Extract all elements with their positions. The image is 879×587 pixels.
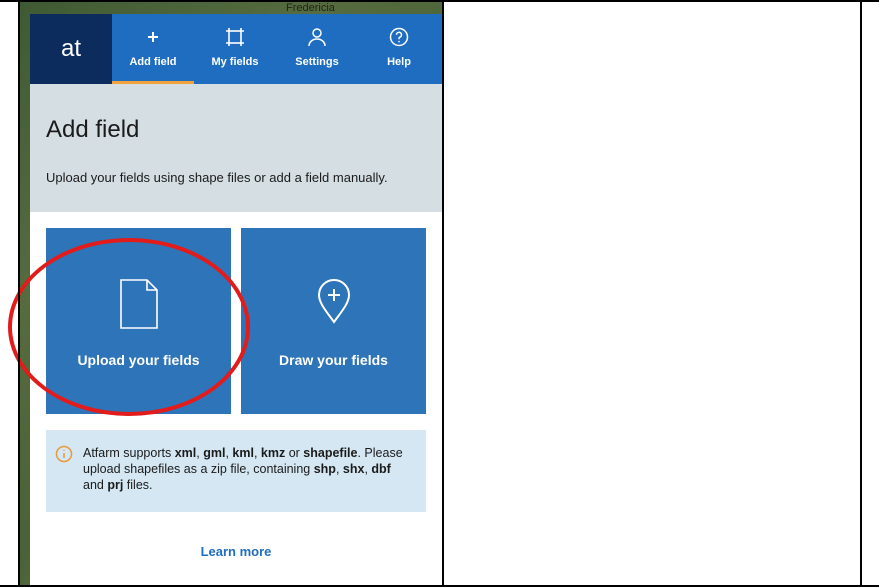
nav-label-my-fields: My fields xyxy=(211,56,259,68)
field-frame-icon xyxy=(194,26,276,48)
info-icon xyxy=(55,445,73,467)
nav-label-settings: Settings xyxy=(295,56,339,68)
page-header xyxy=(30,84,442,212)
nav-item-help[interactable]: Help xyxy=(358,14,440,84)
nav-item-settings[interactable]: Settings xyxy=(276,14,358,84)
frame-left-border xyxy=(18,0,20,587)
upload-fields-button[interactable]: Upload your fields xyxy=(46,228,231,414)
add-field-panel: at Add field My fields Settings Help Add… xyxy=(30,14,442,585)
plus-icon xyxy=(112,26,194,48)
learn-more-link[interactable]: Learn more xyxy=(30,544,442,559)
map-pin-plus-icon xyxy=(241,278,426,324)
frame-separator xyxy=(442,0,444,587)
help-icon xyxy=(358,26,440,48)
user-icon xyxy=(276,26,358,48)
draw-fields-button[interactable]: Draw your fields xyxy=(241,228,426,414)
frame-right-border xyxy=(860,0,862,587)
document-icon xyxy=(46,278,231,330)
supported-formats-info: Atfarm supports xml, gml, kml, kmz or sh… xyxy=(46,430,426,512)
map-place-label: Fredericia xyxy=(286,2,335,14)
nav-label-add-field: Add field xyxy=(129,56,177,68)
info-text: Atfarm supports xml, gml, kml, kmz or sh… xyxy=(83,446,403,492)
top-navigation: at Add field My fields Settings Help xyxy=(30,14,442,84)
page-subtitle: Upload your fields using shape files or … xyxy=(46,170,388,185)
upload-fields-label: Upload your fields xyxy=(77,352,200,368)
page-title: Add field xyxy=(46,116,140,143)
nav-item-add-field[interactable]: Add field xyxy=(112,14,194,84)
nav-item-my-fields[interactable]: My fields xyxy=(194,14,276,84)
nav-label-help: Help xyxy=(387,56,411,68)
draw-fields-label: Draw your fields xyxy=(279,352,388,368)
app-logo[interactable]: at xyxy=(30,14,112,84)
